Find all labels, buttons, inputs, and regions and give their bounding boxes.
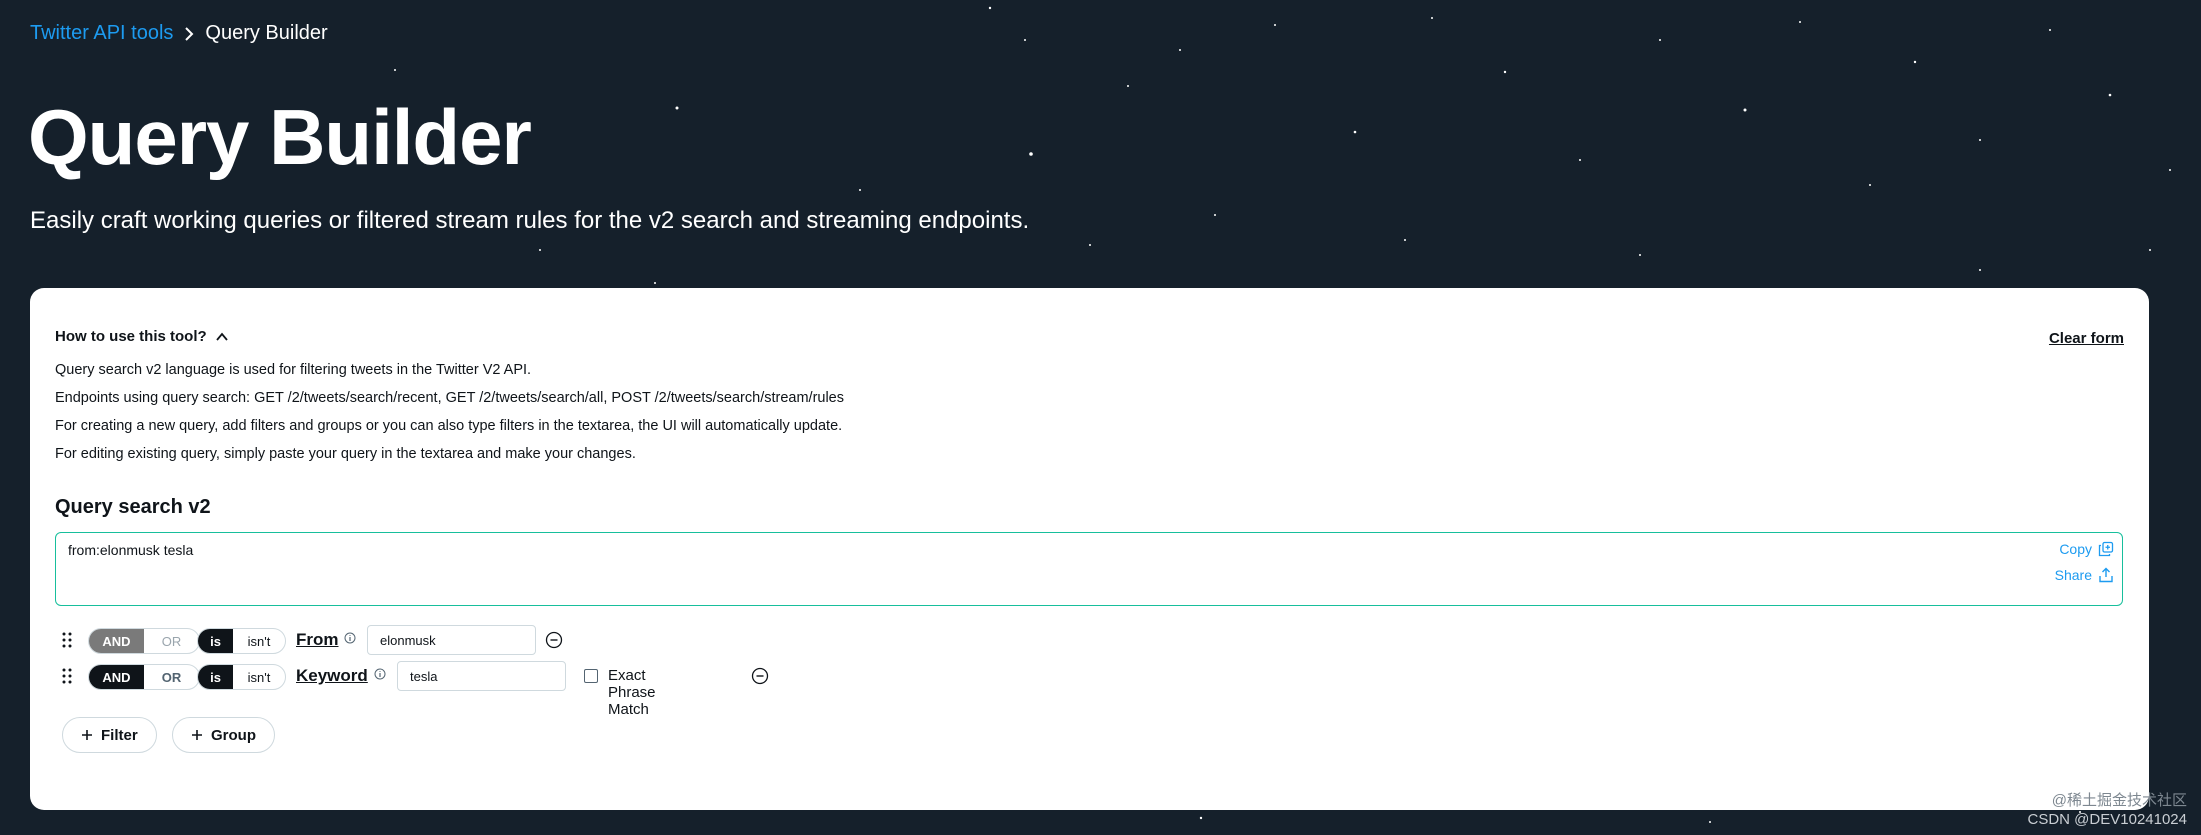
is-option[interactable]: is — [198, 665, 233, 689]
breadcrumb: Twitter API tools Query Builder — [30, 22, 328, 45]
chevron-right-icon — [185, 26, 194, 41]
breadcrumb-current: Query Builder — [205, 22, 328, 44]
or-option[interactable]: OR — [144, 629, 199, 653]
instruction-line: Endpoints using query search: GET /2/twe… — [55, 390, 844, 406]
plus-icon — [192, 730, 202, 740]
copy-button[interactable]: Copy — [2059, 541, 2114, 557]
is-isnt-toggle: is isn't — [197, 664, 286, 690]
chevron-up-icon — [215, 332, 228, 341]
and-or-toggle: AND OR — [88, 628, 200, 654]
instruction-line: Query search v2 language is used for fil… — [55, 362, 532, 378]
share-button[interactable]: Share — [2055, 567, 2114, 583]
isnt-option[interactable]: isn't — [233, 665, 285, 689]
add-group-button[interactable]: Group — [172, 717, 275, 753]
isnt-option[interactable]: isn't — [233, 629, 285, 653]
page-subtitle: Easily craft working queries or filtered… — [30, 207, 1030, 234]
info-icon[interactable] — [344, 632, 356, 644]
add-filter-button[interactable]: Filter — [62, 717, 157, 753]
filter-field-keyword[interactable]: Keyword — [296, 666, 368, 686]
keyword-value-input[interactable] — [397, 661, 566, 691]
copy-label: Copy — [2059, 541, 2092, 557]
page-title: Query Builder — [28, 93, 532, 181]
from-value-input[interactable] — [367, 625, 536, 655]
breadcrumb-link-twitter-api-tools[interactable]: Twitter API tools — [30, 22, 173, 45]
or-option[interactable]: OR — [144, 665, 199, 689]
filter-field-from[interactable]: From — [296, 630, 339, 650]
exact-phrase-label: Exact Phrase Match — [608, 667, 656, 718]
query-builder-card: How to use this tool? Clear form Query s… — [30, 288, 2149, 810]
and-option[interactable]: AND — [89, 665, 144, 689]
query-textarea[interactable]: from:elonmusk tesla Copy Share — [55, 532, 2123, 606]
watermark-line-1: @稀土掘金技术社区 — [2051, 792, 2187, 809]
drag-handle-icon[interactable] — [62, 631, 72, 649]
info-icon[interactable] — [374, 668, 386, 680]
watermark: @稀土掘金技术社区 CSDN @DEV10241024 — [2028, 791, 2187, 829]
how-to-use-toggle[interactable]: How to use this tool? — [55, 328, 229, 345]
copy-icon — [2098, 541, 2114, 557]
query-text[interactable]: from:elonmusk tesla — [68, 542, 193, 558]
is-isnt-toggle: is isn't — [197, 628, 286, 654]
share-icon — [2099, 567, 2113, 583]
how-to-use-label: How to use this tool? — [55, 328, 207, 345]
and-or-toggle: AND OR — [88, 664, 200, 690]
add-filter-label: Filter — [101, 726, 138, 744]
clear-form-button[interactable]: Clear form — [2049, 330, 2124, 347]
and-option[interactable]: AND — [89, 629, 144, 653]
query-search-title: Query search v2 — [55, 496, 211, 518]
is-option[interactable]: is — [198, 629, 233, 653]
remove-circle-icon[interactable] — [751, 667, 769, 685]
share-label: Share — [2054, 567, 2092, 583]
watermark-line-2: CSDN @DEV10241024 — [2027, 811, 2187, 828]
plus-icon — [82, 730, 92, 740]
instruction-line: For creating a new query, add filters an… — [55, 418, 843, 434]
add-group-label: Group — [211, 726, 256, 744]
how-to-use-instructions: Query search v2 language is used for fil… — [55, 356, 844, 468]
remove-circle-icon[interactable] — [545, 631, 563, 649]
drag-handle-icon[interactable] — [62, 667, 72, 685]
exact-phrase-checkbox[interactable] — [584, 669, 598, 683]
instruction-line: For editing existing query, simply paste… — [55, 446, 636, 462]
